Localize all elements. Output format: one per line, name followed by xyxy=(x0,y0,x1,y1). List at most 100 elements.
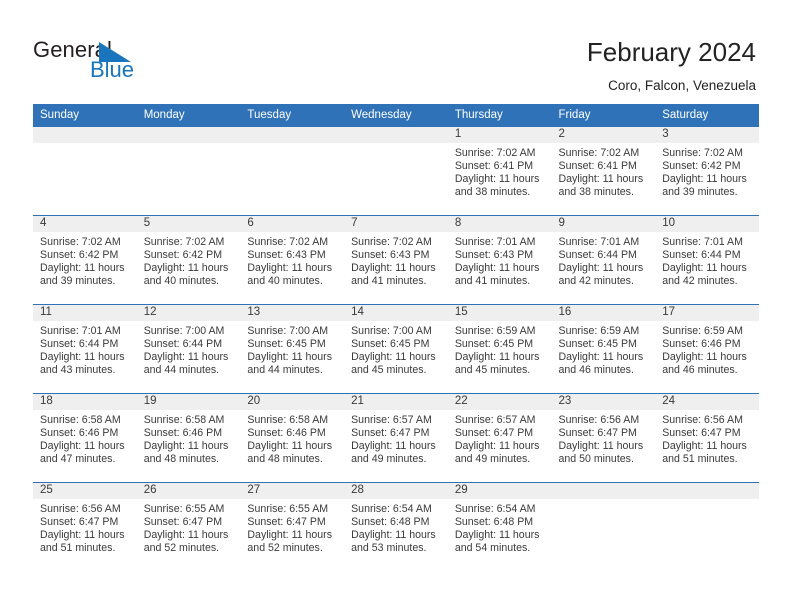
sunset-time: Sunset: 6:44 PM xyxy=(662,249,741,262)
daylight-duration-line1: Daylight: 11 hours xyxy=(662,351,747,364)
calendar-grid: Sunday Monday Tuesday Wednesday Thursday… xyxy=(33,104,759,571)
sunset-time: Sunset: 6:47 PM xyxy=(558,427,637,440)
sunset-time: Sunset: 6:42 PM xyxy=(143,249,223,262)
daylight-duration-line1: Daylight: 11 hours xyxy=(143,262,229,275)
day-details: Sunrise: 6:57 AM Sunset: 6:47 PM Daylight:… xyxy=(344,410,448,466)
calendar-cell-day[interactable]: 22 Sunrise: 6:57 AM Sunset: 6:47 PM Dayligh… xyxy=(447,393,552,483)
day-number xyxy=(344,127,448,143)
day-number: 24 xyxy=(655,394,759,410)
daylight-duration-line1: Daylight: 11 hours xyxy=(143,529,229,542)
day-details: Sunrise: 7:00 AM Sunset: 6:44 PM Daylight:… xyxy=(137,321,241,377)
day-number: 8 xyxy=(447,216,552,232)
calendar-cell-day[interactable]: 25 Sunrise: 6:56 AM Sunset: 6:47 PM Dayligh… xyxy=(33,482,137,571)
daylight-duration-line2: and 41 minutes. xyxy=(454,275,531,288)
general-blue-logo[interactable]: General Blue xyxy=(33,38,183,86)
day-details: Sunrise: 7:00 AM Sunset: 6:45 PM Daylight:… xyxy=(344,321,448,377)
sunset-time: Sunset: 6:43 PM xyxy=(351,249,430,262)
calendar-cell-day[interactable]: 7 Sunrise: 7:02 AM Sunset: 6:43 PM Daylight… xyxy=(344,215,448,305)
day-details: Sunrise: 6:58 AM Sunset: 6:46 PM Daylight:… xyxy=(33,410,137,466)
sunset-time: Sunset: 6:44 PM xyxy=(143,338,223,351)
day-details: Sunrise: 6:55 AM Sunset: 6:47 PM Daylight:… xyxy=(240,499,344,555)
daylight-duration-line2: and 45 minutes. xyxy=(351,364,427,377)
sunrise-time: Sunrise: 6:56 AM xyxy=(662,414,743,426)
calendar-cell-day[interactable]: 29 Sunrise: 6:54 AM Sunset: 6:48 PM Dayligh… xyxy=(447,482,552,571)
calendar-cell-day[interactable]: 23 Sunrise: 6:56 AM Sunset: 6:47 PM Dayligh… xyxy=(551,393,656,483)
weekday-header-monday: Monday xyxy=(136,104,241,127)
sunrise-time: Sunrise: 7:02 AM xyxy=(40,236,121,248)
calendar-cell-day[interactable]: 26 Sunrise: 6:55 AM Sunset: 6:47 PM Dayligh… xyxy=(136,482,241,571)
calendar-cell-day[interactable]: 27 Sunrise: 6:55 AM Sunset: 6:47 PM Dayligh… xyxy=(240,482,345,571)
daylight-duration-line2: and 47 minutes. xyxy=(40,453,116,466)
day-details: Sunrise: 7:02 AM Sunset: 6:41 PM Daylight:… xyxy=(552,143,656,199)
calendar-cell-day[interactable]: 8 Sunrise: 7:01 AM Sunset: 6:43 PM Daylight… xyxy=(447,215,552,305)
daylight-duration-line2: and 39 minutes. xyxy=(40,275,116,288)
calendar-cell-day[interactable]: 24 Sunrise: 6:56 AM Sunset: 6:47 PM Dayligh… xyxy=(655,393,759,483)
day-number xyxy=(33,127,137,143)
sunset-time: Sunset: 6:43 PM xyxy=(247,249,326,262)
calendar-week-row: 18 Sunrise: 6:58 AM Sunset: 6:46 PM Dayligh… xyxy=(33,393,759,483)
day-number: 23 xyxy=(551,394,656,410)
day-details: Sunrise: 6:54 AM Sunset: 6:48 PM Daylight:… xyxy=(448,499,552,555)
daylight-duration-line2: and 46 minutes. xyxy=(662,364,738,377)
daylight-duration-line1: Daylight: 11 hours xyxy=(454,351,540,364)
day-number: 19 xyxy=(136,394,241,410)
daylight-duration-line2: and 52 minutes. xyxy=(247,542,323,555)
sunset-time: Sunset: 6:42 PM xyxy=(40,249,119,262)
sunset-time: Sunset: 6:47 PM xyxy=(40,516,119,529)
calendar-cell-day[interactable]: 28 Sunrise: 6:54 AM Sunset: 6:48 PM Dayligh… xyxy=(344,482,448,571)
daylight-duration-line1: Daylight: 11 hours xyxy=(143,440,229,453)
calendar-cell-day[interactable]: 15 Sunrise: 6:59 AM Sunset: 6:45 PM Dayligh… xyxy=(447,304,552,394)
calendar-cell-day[interactable]: 16 Sunrise: 6:59 AM Sunset: 6:45 PM Dayligh… xyxy=(551,304,656,394)
calendar-cell-day[interactable]: 13 Sunrise: 7:00 AM Sunset: 6:45 PM Dayligh… xyxy=(240,304,345,394)
calendar-cell-day[interactable]: 11 Sunrise: 7:01 AM Sunset: 6:44 PM Dayligh… xyxy=(33,304,137,394)
day-number: 12 xyxy=(136,305,241,321)
daylight-duration-line1: Daylight: 11 hours xyxy=(454,173,540,186)
sunset-time: Sunset: 6:45 PM xyxy=(247,338,326,351)
calendar-body: 1 Sunrise: 7:02 AM Sunset: 6:41 PM Daylight… xyxy=(33,126,759,571)
sunset-time: Sunset: 6:46 PM xyxy=(247,427,326,440)
calendar-cell-day[interactable]: 14 Sunrise: 7:00 AM Sunset: 6:45 PM Dayligh… xyxy=(344,304,448,394)
day-number: 26 xyxy=(136,483,241,499)
day-number: 21 xyxy=(344,394,448,410)
daylight-duration-line1: Daylight: 11 hours xyxy=(247,351,333,364)
calendar-cell-day[interactable]: 19 Sunrise: 6:58 AM Sunset: 6:46 PM Dayligh… xyxy=(136,393,241,483)
day-number: 27 xyxy=(240,483,345,499)
calendar-cell-day[interactable]: 1 Sunrise: 7:02 AM Sunset: 6:41 PM Daylight… xyxy=(447,126,552,216)
sunrise-time: Sunrise: 7:00 AM xyxy=(143,325,225,337)
calendar-cell-day[interactable]: 3 Sunrise: 7:02 AM Sunset: 6:42 PM Daylight… xyxy=(655,126,759,216)
daylight-duration-line2: and 42 minutes. xyxy=(558,275,634,288)
day-number: 13 xyxy=(240,305,345,321)
daylight-duration-line2: and 41 minutes. xyxy=(351,275,427,288)
sunset-time: Sunset: 6:46 PM xyxy=(662,338,741,351)
page-subtitle-location: Coro, Falcon, Venezuela xyxy=(608,78,756,93)
day-details: Sunrise: 6:59 AM Sunset: 6:45 PM Daylight:… xyxy=(552,321,656,377)
calendar-page: General Blue February 2024 Coro, Falcon,… xyxy=(0,0,792,612)
calendar-cell-day[interactable]: 12 Sunrise: 7:00 AM Sunset: 6:44 PM Dayligh… xyxy=(136,304,241,394)
daylight-duration-line2: and 46 minutes. xyxy=(558,364,634,377)
calendar-cell-day[interactable]: 17 Sunrise: 6:59 AM Sunset: 6:46 PM Dayligh… xyxy=(655,304,759,394)
day-number: 1 xyxy=(447,127,552,143)
day-number xyxy=(240,127,345,143)
weekday-header-thursday: Thursday xyxy=(447,104,552,127)
daylight-duration-line1: Daylight: 11 hours xyxy=(247,529,333,542)
calendar-cell-day[interactable]: 9 Sunrise: 7:01 AM Sunset: 6:44 PM Daylight… xyxy=(551,215,656,305)
calendar-cell-day[interactable]: 6 Sunrise: 7:02 AM Sunset: 6:43 PM Daylight… xyxy=(240,215,345,305)
sunset-time: Sunset: 6:41 PM xyxy=(454,160,534,173)
day-details: Sunrise: 7:01 AM Sunset: 6:43 PM Daylight:… xyxy=(448,232,552,288)
calendar-cell-day[interactable]: 18 Sunrise: 6:58 AM Sunset: 6:46 PM Dayligh… xyxy=(33,393,137,483)
calendar-cell-day[interactable]: 21 Sunrise: 6:57 AM Sunset: 6:47 PM Dayligh… xyxy=(344,393,448,483)
day-number: 7 xyxy=(344,216,448,232)
sunset-time: Sunset: 6:44 PM xyxy=(40,338,119,351)
day-details: Sunrise: 6:58 AM Sunset: 6:46 PM Daylight:… xyxy=(240,410,344,466)
calendar-cell-day[interactable]: 10 Sunrise: 7:01 AM Sunset: 6:44 PM Dayligh… xyxy=(655,215,759,305)
sunrise-time: Sunrise: 6:59 AM xyxy=(662,325,743,337)
calendar-cell-day[interactable]: 4 Sunrise: 7:02 AM Sunset: 6:42 PM Daylight… xyxy=(33,215,137,305)
sunset-time: Sunset: 6:47 PM xyxy=(247,516,326,529)
calendar-cell-day[interactable]: 20 Sunrise: 6:58 AM Sunset: 6:46 PM Dayligh… xyxy=(240,393,345,483)
calendar-table: Sunday Monday Tuesday Wednesday Thursday… xyxy=(33,104,759,571)
calendar-cell-day[interactable]: 2 Sunrise: 7:02 AM Sunset: 6:41 PM Daylight… xyxy=(551,126,656,216)
calendar-week-row: 11 Sunrise: 7:01 AM Sunset: 6:44 PM Dayligh… xyxy=(33,304,759,394)
day-details: Sunrise: 6:54 AM Sunset: 6:48 PM Daylight:… xyxy=(344,499,448,555)
calendar-cell-day[interactable]: 5 Sunrise: 7:02 AM Sunset: 6:42 PM Daylight… xyxy=(136,215,241,305)
sunset-time: Sunset: 6:44 PM xyxy=(558,249,637,262)
